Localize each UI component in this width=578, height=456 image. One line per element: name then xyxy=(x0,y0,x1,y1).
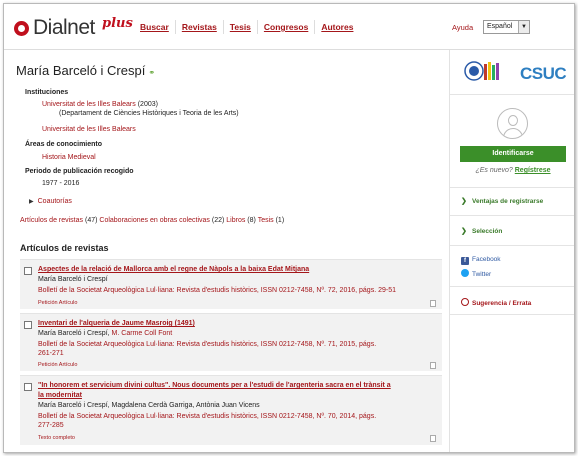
article-action-link[interactable]: Petición Artículo xyxy=(38,362,77,368)
article-title-link[interactable]: Aspectes de la relació de Mallorca amb e… xyxy=(38,265,398,275)
suggestion-label: Sugerencia / Errata xyxy=(472,300,532,307)
publication-summary: Artículos de revistas (47) Colaboracione… xyxy=(20,217,284,224)
uib-logo-icon[interactable] xyxy=(464,58,502,84)
benefits-label: Ventajas de registrarse xyxy=(472,198,544,205)
twitter-link[interactable]: Twitter xyxy=(461,269,491,278)
nav-tesis[interactable]: Tesis xyxy=(222,20,257,34)
summary-articles-count: (47) xyxy=(84,217,98,224)
language-select[interactable]: Español ▼ xyxy=(483,20,530,34)
article-coauthor-link[interactable]: M. Carme Coll Font xyxy=(112,330,173,337)
selection-link[interactable]: ❯ Selección xyxy=(461,227,502,235)
divider xyxy=(450,215,574,216)
article-pages[interactable]: 277-285 xyxy=(38,421,418,431)
summary-collab-count: (22) xyxy=(211,217,225,224)
article-authors: María Barceló i Crespí, M. Carme Coll Fo… xyxy=(38,330,172,337)
article-title-link[interactable]: "In honorem et servicium divini cultus".… xyxy=(38,381,398,401)
article-pages[interactable]: 261-271 xyxy=(38,349,418,359)
author-name-row: María Barceló i Crespí ⚭ xyxy=(16,63,155,78)
twitter-label: Twitter xyxy=(472,271,492,278)
share-icon[interactable]: ⚭ xyxy=(148,68,155,77)
benefits-link[interactable]: ❯ Ventajas de registrarse xyxy=(461,197,543,205)
article-author: María Barceló i Crespí, xyxy=(38,330,110,337)
dialnet-logo-text[interactable]: Dialnet xyxy=(33,16,95,40)
divider xyxy=(450,187,574,188)
article-action-link[interactable]: Petición Artículo xyxy=(38,300,77,306)
nav-revistas[interactable]: Revistas xyxy=(174,20,223,34)
articles-section-title: Artículos de revistas xyxy=(20,243,109,253)
csuc-logo[interactable]: CSUC xyxy=(520,64,567,84)
browser-frame: Dialnet plus Buscar Revistas Tesis Congr… xyxy=(3,3,575,453)
divider xyxy=(450,245,574,246)
nav-autores[interactable]: Autores xyxy=(314,20,359,34)
nav-congresos[interactable]: Congresos xyxy=(256,20,314,34)
period-label: Periodo de publicación recogido xyxy=(25,168,134,175)
list-item: Aspectes de la relació de Mallorca amb e… xyxy=(20,259,442,309)
summary-articles-link[interactable]: Artículos de revistas xyxy=(20,217,83,224)
knowledge-label: Áreas de conocimiento xyxy=(25,141,103,148)
institution-1-link[interactable]: Universitat de les Illes Balears xyxy=(42,101,136,108)
select-checkbox[interactable] xyxy=(24,383,32,391)
summary-theses-count: (1) xyxy=(275,217,285,224)
help-link[interactable]: Ayuda xyxy=(452,23,473,32)
chevron-right-icon: ❯ xyxy=(461,198,467,205)
select-checkbox[interactable] xyxy=(24,267,32,275)
facebook-label: Facebook xyxy=(472,256,501,263)
summary-books-count: (8) xyxy=(247,217,256,224)
article-action-link[interactable]: Texto completo xyxy=(38,435,75,441)
list-item: Inventari de l'alqueria de Jaume Masroig… xyxy=(20,313,442,371)
facebook-link[interactable]: f Facebook xyxy=(461,256,501,265)
nav-buscar[interactable]: Buscar xyxy=(134,20,175,34)
article-journal[interactable]: Bolletí de la Societat Arqueològica Lul·… xyxy=(38,286,418,296)
article-title-link[interactable]: Inventari de l'alqueria de Jaume Masroig… xyxy=(38,319,398,329)
knowledge-1-link[interactable]: Historia Medieval xyxy=(42,154,96,161)
twitter-icon xyxy=(461,269,469,277)
summary-collab-link[interactable]: Colaboraciones en obras colectivas xyxy=(99,217,210,224)
author-name: María Barceló i Crespí xyxy=(16,63,146,78)
register-link[interactable]: Regístrese xyxy=(515,167,551,174)
coauthors-toggle[interactable]: ▶ Coautorías xyxy=(29,198,72,205)
divider xyxy=(450,286,574,287)
chevron-down-icon[interactable]: ▼ xyxy=(518,21,529,33)
new-user-question: ¿Es nuevo? xyxy=(475,167,513,174)
document-icon[interactable] xyxy=(430,435,436,442)
institution-1-years: (2003) xyxy=(137,101,158,108)
language-value: Español xyxy=(487,23,513,30)
list-item: "In honorem et servicium divini cultus".… xyxy=(20,375,442,445)
chevron-right-icon: ❯ xyxy=(461,228,467,235)
summary-theses-link[interactable]: Tesis xyxy=(258,217,274,224)
site-header: Dialnet plus Buscar Revistas Tesis Congr… xyxy=(4,4,574,50)
article-authors: María Barceló i Crespí xyxy=(38,276,108,283)
period-value: 1977 - 2016 xyxy=(42,180,80,187)
department-1: (Departament de Ciències Històriques i T… xyxy=(59,110,239,117)
document-icon[interactable] xyxy=(430,362,436,369)
article-authors: María Barceló i Crespí, Magdalena Cerdà … xyxy=(38,402,260,409)
institution-1-row: Universitat de les Illes Balears (2003) xyxy=(42,101,158,108)
user-avatar-icon xyxy=(497,108,528,139)
institutions-label: Instituciones xyxy=(25,89,69,96)
triangle-right-icon: ▶ xyxy=(29,199,34,205)
dialnet-logo-icon[interactable] xyxy=(14,21,29,36)
selection-label: Selección xyxy=(472,228,503,235)
divider xyxy=(450,94,574,95)
dialnet-plus-label: plus xyxy=(102,16,133,31)
register-prompt: ¿Es nuevo? Regístrese xyxy=(460,167,566,174)
document-icon[interactable] xyxy=(430,300,436,307)
institution-2-link[interactable]: Universitat de les Illes Balears xyxy=(42,126,136,133)
facebook-icon: f xyxy=(461,257,469,265)
suggestion-link[interactable]: Sugerencia / Errata xyxy=(461,298,531,307)
summary-books-link[interactable]: Libros xyxy=(226,217,245,224)
sidebar: CSUC Identificarse ¿Es nuevo? Regístrese… xyxy=(449,50,574,452)
login-button[interactable]: Identificarse xyxy=(460,146,566,162)
coauthors-label: Coautorías xyxy=(37,198,72,205)
main-nav: Buscar Revistas Tesis Congresos Autores xyxy=(134,20,359,34)
select-checkbox[interactable] xyxy=(24,321,32,329)
suggestion-icon xyxy=(461,298,469,306)
divider xyxy=(450,314,574,315)
